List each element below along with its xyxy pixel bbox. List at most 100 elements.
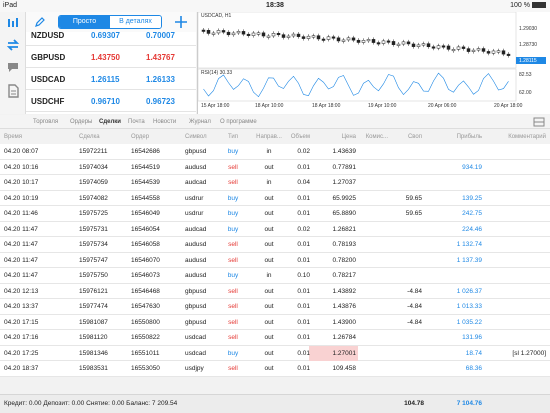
col-swap[interactable]: Своп <box>392 134 422 140</box>
table-row[interactable]: 04.20 08:07 15972211 16542686 gbpusd buy in 0.… <box>0 144 550 160</box>
deal-direction: out <box>264 365 274 372</box>
deal-time: 04.20 10:17 <box>4 179 39 186</box>
deal-volume: 0.01 <box>297 256 310 264</box>
tab-trade[interactable]: Торговля <box>33 119 58 125</box>
order-id: 16546073 <box>131 272 160 279</box>
deal-profit: 68.36 <box>465 365 482 372</box>
order-id: 16551011 <box>131 349 160 357</box>
deal-profit: 1 137.39 <box>456 256 482 264</box>
deal-price: 1.43639 <box>332 148 357 155</box>
deal-id: 15981087 <box>79 318 108 326</box>
table-row[interactable]: 04.20 17:25 15981346 16551011 usdcad buy out 0… <box>0 345 550 361</box>
status-bar: iPad 18:38 100 % <box>0 0 550 12</box>
quote-row[interactable]: GBPUSD 1.43750 1.43767 <box>26 46 196 68</box>
quote-row[interactable]: USDCHF 0.96710 0.96723 <box>26 90 196 112</box>
deal-profit: 1 035.22 <box>456 318 482 326</box>
battery-status: 100 % <box>510 0 546 12</box>
price-label: 1.29030 <box>519 26 538 32</box>
quote-row[interactable]: NZDUSD 0.69307 0.70007 <box>26 24 196 46</box>
deal-price: 1.26821 <box>332 225 357 233</box>
table-row[interactable]: 04.20 10:16 15974034 16544519 audusd sell out… <box>0 159 550 175</box>
tab-news[interactable]: Новости <box>153 119 176 125</box>
deal-volume: 0.01 <box>297 349 310 357</box>
deal-id: 15974082 <box>79 194 108 202</box>
deal-price: 1.43892 <box>332 287 357 295</box>
table-row[interactable]: 04.20 10:19 15974082 16544558 usdrur buy out 0… <box>0 190 550 206</box>
col-profit[interactable]: Прибыль <box>430 134 482 140</box>
deal-direction: in <box>266 272 272 279</box>
col-type[interactable]: Тип <box>222 134 244 140</box>
order-id: 16544519 <box>131 163 160 171</box>
quote-bid: 1.43750 <box>91 53 120 62</box>
table-row[interactable]: 04.20 17:15 15981087 16550800 gbpusd sell out… <box>0 314 550 330</box>
time-label: 20 Apr 18:00 <box>494 103 523 109</box>
quote-row[interactable]: USDCAD 1.26115 1.26133 <box>26 68 196 90</box>
col-direction[interactable]: Направ... <box>254 134 284 140</box>
layout-icon[interactable] <box>533 116 545 128</box>
table-row[interactable]: 04.20 11:46 15975725 16546049 usdrur buy out 0… <box>0 206 550 222</box>
deal-profit: 139.25 <box>462 194 482 202</box>
table-row[interactable]: 04.20 17:16 15981120 16550822 usdcad sell out… <box>0 330 550 346</box>
deal-type: buy <box>227 210 239 217</box>
deal-type: buy <box>227 225 239 233</box>
deal-volume: 0.01 <box>297 287 310 295</box>
quote-ask: 0.96723 <box>146 97 175 106</box>
rsi-level-label: 82.53 <box>519 72 532 78</box>
quote-symbol: GBPUSD <box>31 53 66 62</box>
deal-time: 04.20 11:47 <box>4 256 38 264</box>
table-row[interactable]: 04.20 18:37 15983531 16553050 usdjpy sell out… <box>0 361 550 377</box>
deal-time: 04.20 10:16 <box>4 163 39 171</box>
deal-volume: 0.01 <box>297 365 310 372</box>
table-row[interactable]: 04.20 12:13 15976121 16546468 gbpusd sell out… <box>0 283 550 299</box>
deal-swap: -4.84 <box>407 287 422 295</box>
balance-footer: Кредит: 0.00 Депозит: 0.00 Снятие: 0.00 … <box>0 394 550 413</box>
col-order[interactable]: Ордер <box>131 134 149 140</box>
price-chart[interactable]: USDCAD, H1 RSI(14) 30.33 1.29030 1.28730… <box>197 12 550 114</box>
table-row[interactable]: 04.20 11:47 15975734 16546058 audusd sell out… <box>0 237 550 253</box>
table-row[interactable]: 04.20 11:47 15975747 16546070 audusd sell out… <box>0 252 550 268</box>
time-label: 18 Apr 10:00 <box>255 103 284 109</box>
deal-time: 04.20 17:15 <box>4 318 39 326</box>
table-row[interactable]: 04.20 11:47 15975731 16546054 audcad buy out 0… <box>0 221 550 237</box>
quote-symbol: USDCAD <box>31 75 66 84</box>
deal-profit: 242.75 <box>462 210 482 217</box>
col-time[interactable]: Время <box>4 134 22 140</box>
col-volume[interactable]: Объем <box>288 134 310 140</box>
tab-orders[interactable]: Ордеры <box>70 119 92 125</box>
tab-about[interactable]: О программе <box>220 119 257 125</box>
tab-mail[interactable]: Почта <box>128 119 145 125</box>
deal-price: 65.9925 <box>332 194 357 202</box>
history-icon[interactable] <box>6 84 20 98</box>
quotes-icon[interactable] <box>6 16 20 30</box>
col-price[interactable]: Цена <box>312 134 356 140</box>
time-label: 18 Apr 18:00 <box>312 103 341 109</box>
deal-price: 1.43876 <box>332 303 357 310</box>
col-comment[interactable]: Комментарий <box>488 134 546 140</box>
deal-comment: [sl 1.27000] <box>512 349 546 357</box>
table-row[interactable]: 04.20 11:47 15975750 16546073 audusd buy in 0.… <box>0 268 550 284</box>
deal-price: 65.8890 <box>332 210 357 217</box>
col-commission[interactable]: Комис... <box>360 134 388 140</box>
deal-profit: 1 026.37 <box>456 287 482 295</box>
order-id: 16544539 <box>131 179 160 186</box>
chart-title: USDCAD, H1 <box>201 13 232 19</box>
deal-direction: out <box>264 256 274 264</box>
deal-direction: out <box>264 318 274 326</box>
deal-volume: 0.10 <box>297 272 310 279</box>
col-deal[interactable]: Сделка <box>79 134 100 140</box>
deal-time: 04.20 11:46 <box>4 210 38 217</box>
chat-icon[interactable] <box>6 60 20 74</box>
deal-type: sell <box>228 287 238 295</box>
deal-profit: 131.96 <box>462 334 482 341</box>
deal-time: 04.20 13:37 <box>4 303 39 310</box>
order-id: 16546049 <box>131 210 160 217</box>
table-row[interactable]: 04.20 10:17 15974059 16544539 audcad sell in 0… <box>0 175 550 191</box>
table-row[interactable]: 04.20 13:37 15977474 16547630 gbpusd sell out… <box>0 299 550 315</box>
tab-deals[interactable]: Сделки <box>99 119 121 125</box>
deal-type: sell <box>228 334 238 341</box>
trade-icon[interactable] <box>6 38 20 52</box>
deal-volume: 0.02 <box>297 225 310 233</box>
deal-swap: 59.65 <box>405 194 422 202</box>
tab-journal[interactable]: Журнал <box>189 119 211 125</box>
indicator-label: RSI(14) 30.33 <box>201 70 233 76</box>
